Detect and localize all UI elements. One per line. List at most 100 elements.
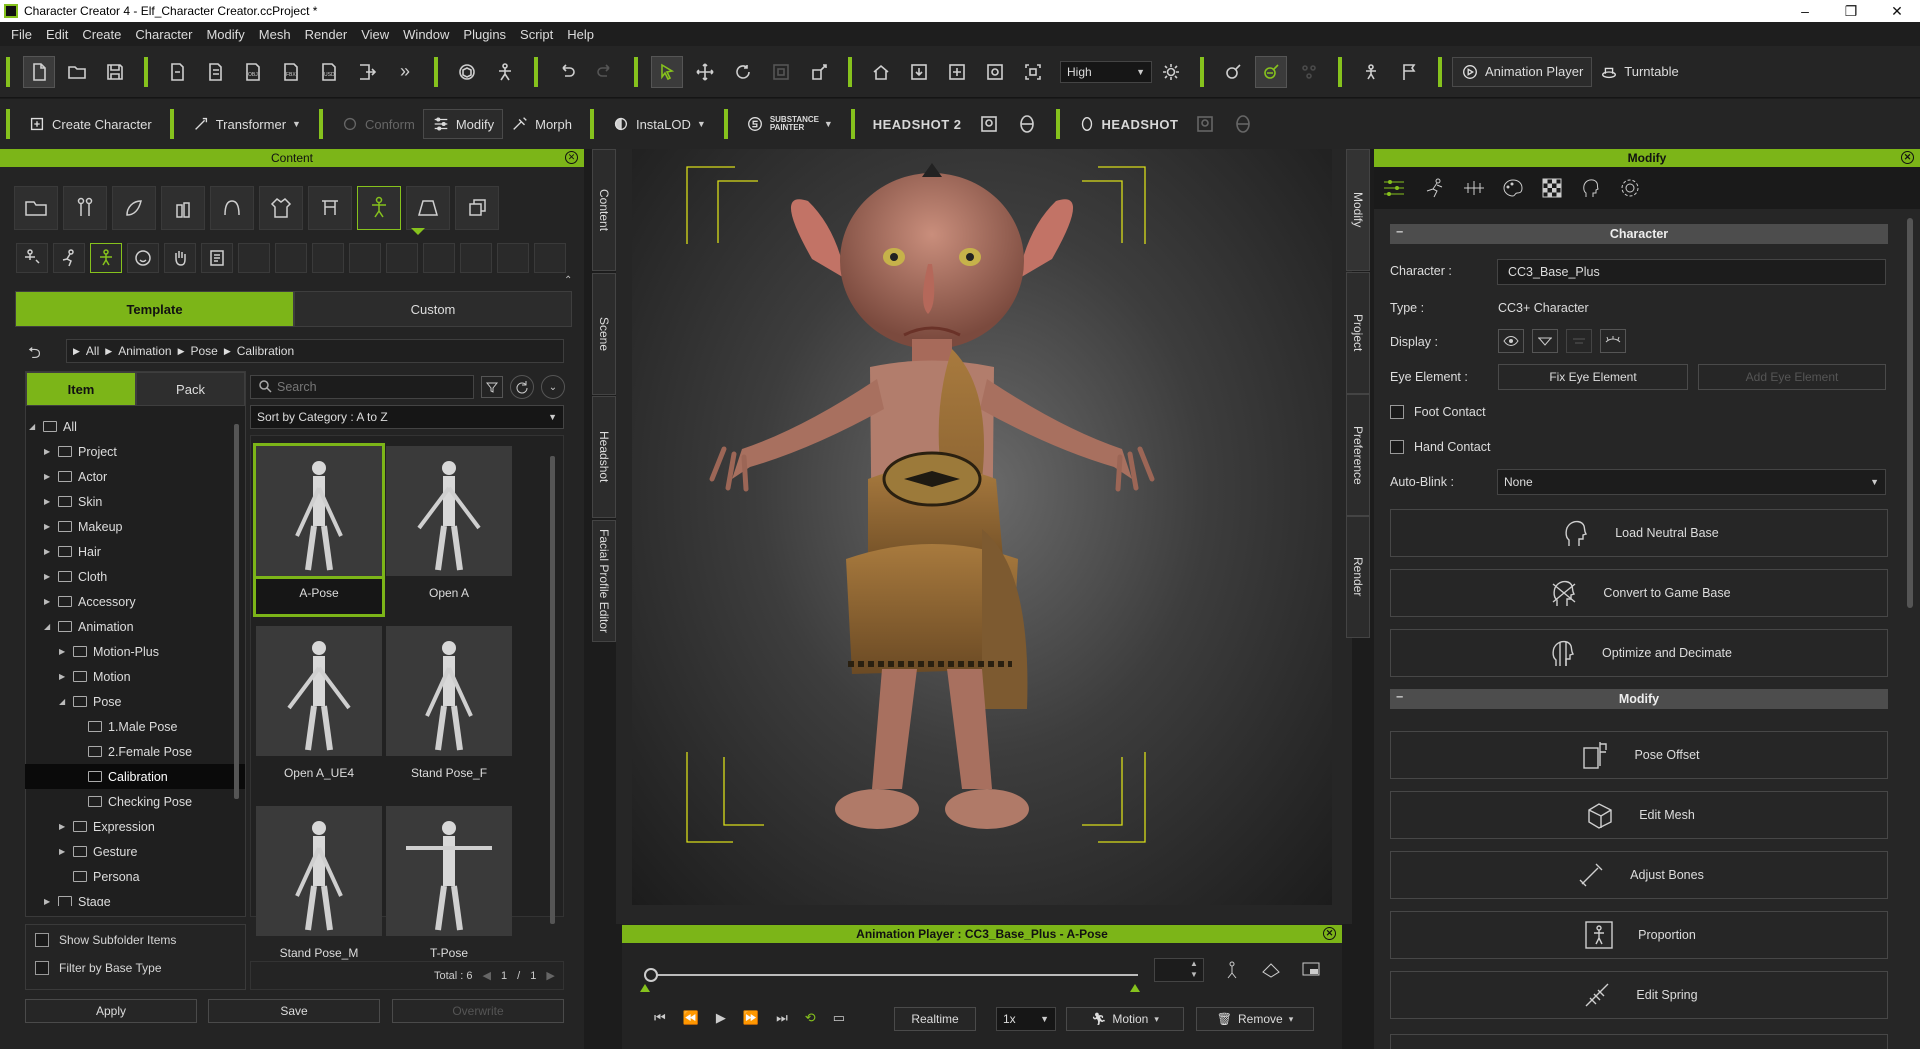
category-other-button[interactable] — [455, 186, 499, 230]
menu-create[interactable]: Create — [75, 27, 128, 42]
expand-arrow-icon[interactable]: ▶ — [59, 847, 67, 856]
display-tongue-button[interactable] — [1566, 329, 1592, 353]
timeline-playhead[interactable] — [644, 968, 658, 982]
search-input[interactable]: Search — [250, 375, 474, 399]
modify-tab-attributes[interactable] — [1378, 172, 1410, 204]
tree-item[interactable]: ▶ Expression — [25, 814, 245, 839]
sub-edit-pose-button[interactable] — [16, 243, 48, 273]
tree-item[interactable]: ▶ Hair — [25, 539, 245, 564]
skip-start-icon[interactable]: ⏮ — [654, 1010, 666, 1026]
pose-thumbnail[interactable]: Open A_UE4 — [256, 626, 382, 794]
sub-gesture-button[interactable] — [164, 243, 196, 273]
refresh-button[interactable] — [510, 375, 534, 399]
import-character-button[interactable] — [162, 57, 192, 87]
tree-item[interactable]: ▶ Motion-Plus — [25, 639, 245, 664]
frame-selected-button[interactable] — [942, 57, 972, 87]
menu-modify[interactable]: Modify — [199, 27, 251, 42]
modify-tab-motion[interactable] — [1421, 172, 1449, 204]
pose-thumbnail[interactable]: Stand Pose_M — [256, 806, 382, 974]
tree-item[interactable]: ◢ Pose — [25, 689, 245, 714]
pose-button[interactable] — [490, 57, 520, 87]
menu-render[interactable]: Render — [298, 27, 355, 42]
start-marker-icon[interactable] — [640, 984, 650, 992]
category-accessory-button[interactable] — [308, 186, 352, 230]
quality-select[interactable]: High ▼ — [1060, 60, 1152, 83]
category-cloth-button[interactable] — [259, 186, 303, 230]
hand-contact-row[interactable]: Hand Contact — [1390, 440, 1490, 454]
modify-tab-skeleton[interactable] — [1460, 172, 1488, 204]
breadcrumb-animation[interactable]: Animation — [118, 344, 171, 358]
sub-pose-button[interactable] — [90, 243, 122, 273]
menu-character[interactable]: Character — [128, 27, 199, 42]
display-eye-button[interactable] — [1498, 329, 1524, 353]
realtime-button[interactable]: Realtime — [894, 1007, 976, 1031]
character-settings-button[interactable] — [1356, 57, 1386, 87]
menu-help[interactable]: Help — [560, 27, 601, 42]
tree-item[interactable]: ▶ Motion — [25, 664, 245, 689]
morph-button[interactable]: Morph — [503, 109, 580, 139]
open-project-button[interactable] — [62, 57, 92, 87]
expand-arrow-icon[interactable]: ▶ — [59, 647, 67, 656]
vtab-facial-profile-editor[interactable]: Facial Profile Editor — [592, 520, 616, 642]
show-subfolder-checkbox[interactable] — [35, 933, 49, 947]
vtab-project[interactable]: Project — [1346, 272, 1370, 394]
play-icon[interactable]: ▶ — [716, 1010, 726, 1026]
import-fbx-button[interactable]: FBX — [276, 57, 306, 87]
load-neutral-base-button[interactable]: Load Neutral Base — [1390, 509, 1888, 557]
breadcrumb-all[interactable]: All — [86, 344, 99, 358]
fix-eye-element-button[interactable]: Fix Eye Element — [1498, 364, 1688, 390]
pose-mode-icon[interactable] — [1222, 960, 1242, 980]
menu-edit[interactable]: Edit — [39, 27, 75, 42]
expand-arrow-icon[interactable]: ◢ — [44, 622, 52, 631]
options-dropdown-icon[interactable]: ⌄ — [541, 375, 565, 399]
tree-item[interactable]: Calibration — [25, 764, 245, 789]
subtitle-icon[interactable]: ▭ — [833, 1010, 845, 1026]
tree-item[interactable]: ▶ Gesture — [25, 839, 245, 864]
breadcrumb-calibration[interactable]: Calibration — [237, 344, 294, 358]
expand-arrow-icon[interactable]: ▶ — [44, 447, 52, 456]
prev-page-icon[interactable]: ◀ — [483, 969, 491, 982]
tab-custom[interactable]: Custom — [294, 291, 572, 327]
show-subfolder-row[interactable]: Show Subfolder Items — [35, 933, 176, 947]
vtab-scene[interactable]: Scene — [592, 273, 616, 395]
category-makeup-button[interactable] — [161, 186, 205, 230]
expand-arrow-icon[interactable]: ▶ — [44, 497, 52, 506]
pose-thumbnail[interactable]: Open A — [386, 446, 512, 614]
tree-item[interactable]: ◢ All — [25, 414, 245, 439]
tree-item[interactable]: 2.Female Pose — [25, 739, 245, 764]
section-character-header[interactable]: − Character — [1390, 224, 1888, 244]
redo-button[interactable] — [590, 57, 620, 87]
vtab-content[interactable]: Content — [592, 149, 616, 271]
tree-item[interactable]: Checking Pose — [25, 789, 245, 814]
create-character-button[interactable]: Create Character — [20, 109, 160, 139]
rotate-tool-button[interactable] — [728, 57, 758, 87]
lighting-button[interactable] — [1156, 57, 1186, 87]
sub-expression-button[interactable] — [127, 243, 159, 273]
gizmo-button[interactable] — [804, 57, 834, 87]
tree-item[interactable]: ▶ Actor — [25, 464, 245, 489]
speed-select[interactable]: 1x ▼ — [996, 1007, 1056, 1031]
home-view-button[interactable] — [866, 57, 896, 87]
animation-player-button[interactable]: Animation Player — [1452, 56, 1593, 87]
headshot-mesh-button[interactable] — [1228, 109, 1258, 139]
close-window-button[interactable]: ✕ — [1874, 3, 1920, 20]
timeline-track[interactable] — [646, 974, 1138, 976]
fit-view-button[interactable] — [904, 57, 934, 87]
expand-arrow-icon[interactable]: ▶ — [59, 672, 67, 681]
substance-painter-button[interactable]: SUBSTANCE PAINTER ▼ — [738, 109, 841, 139]
menu-window[interactable]: Window — [396, 27, 456, 42]
back-icon[interactable]: ⮌ — [28, 342, 41, 369]
zoom-extents-button[interactable] — [1018, 57, 1048, 87]
sort-select[interactable]: Sort by Category : A to Z ▼ — [250, 405, 564, 429]
physics-button[interactable] — [1294, 57, 1324, 87]
move-tool-button[interactable] — [690, 57, 720, 87]
foot-contact-row[interactable]: Foot Contact — [1390, 405, 1486, 419]
motion-menu-button[interactable]: 🏃︎ Motion ▾ — [1066, 1007, 1184, 1031]
menu-script[interactable]: Script — [513, 27, 560, 42]
tree-item[interactable]: 1.Male Pose — [25, 714, 245, 739]
pip-window-icon[interactable] — [1302, 962, 1320, 978]
category-hair-button[interactable] — [210, 186, 254, 230]
vtab-headshot[interactable]: Headshot — [592, 396, 616, 518]
expand-arrow-icon[interactable]: ▶ — [44, 472, 52, 481]
collapse-up-icon[interactable]: ⌃ — [564, 275, 572, 286]
